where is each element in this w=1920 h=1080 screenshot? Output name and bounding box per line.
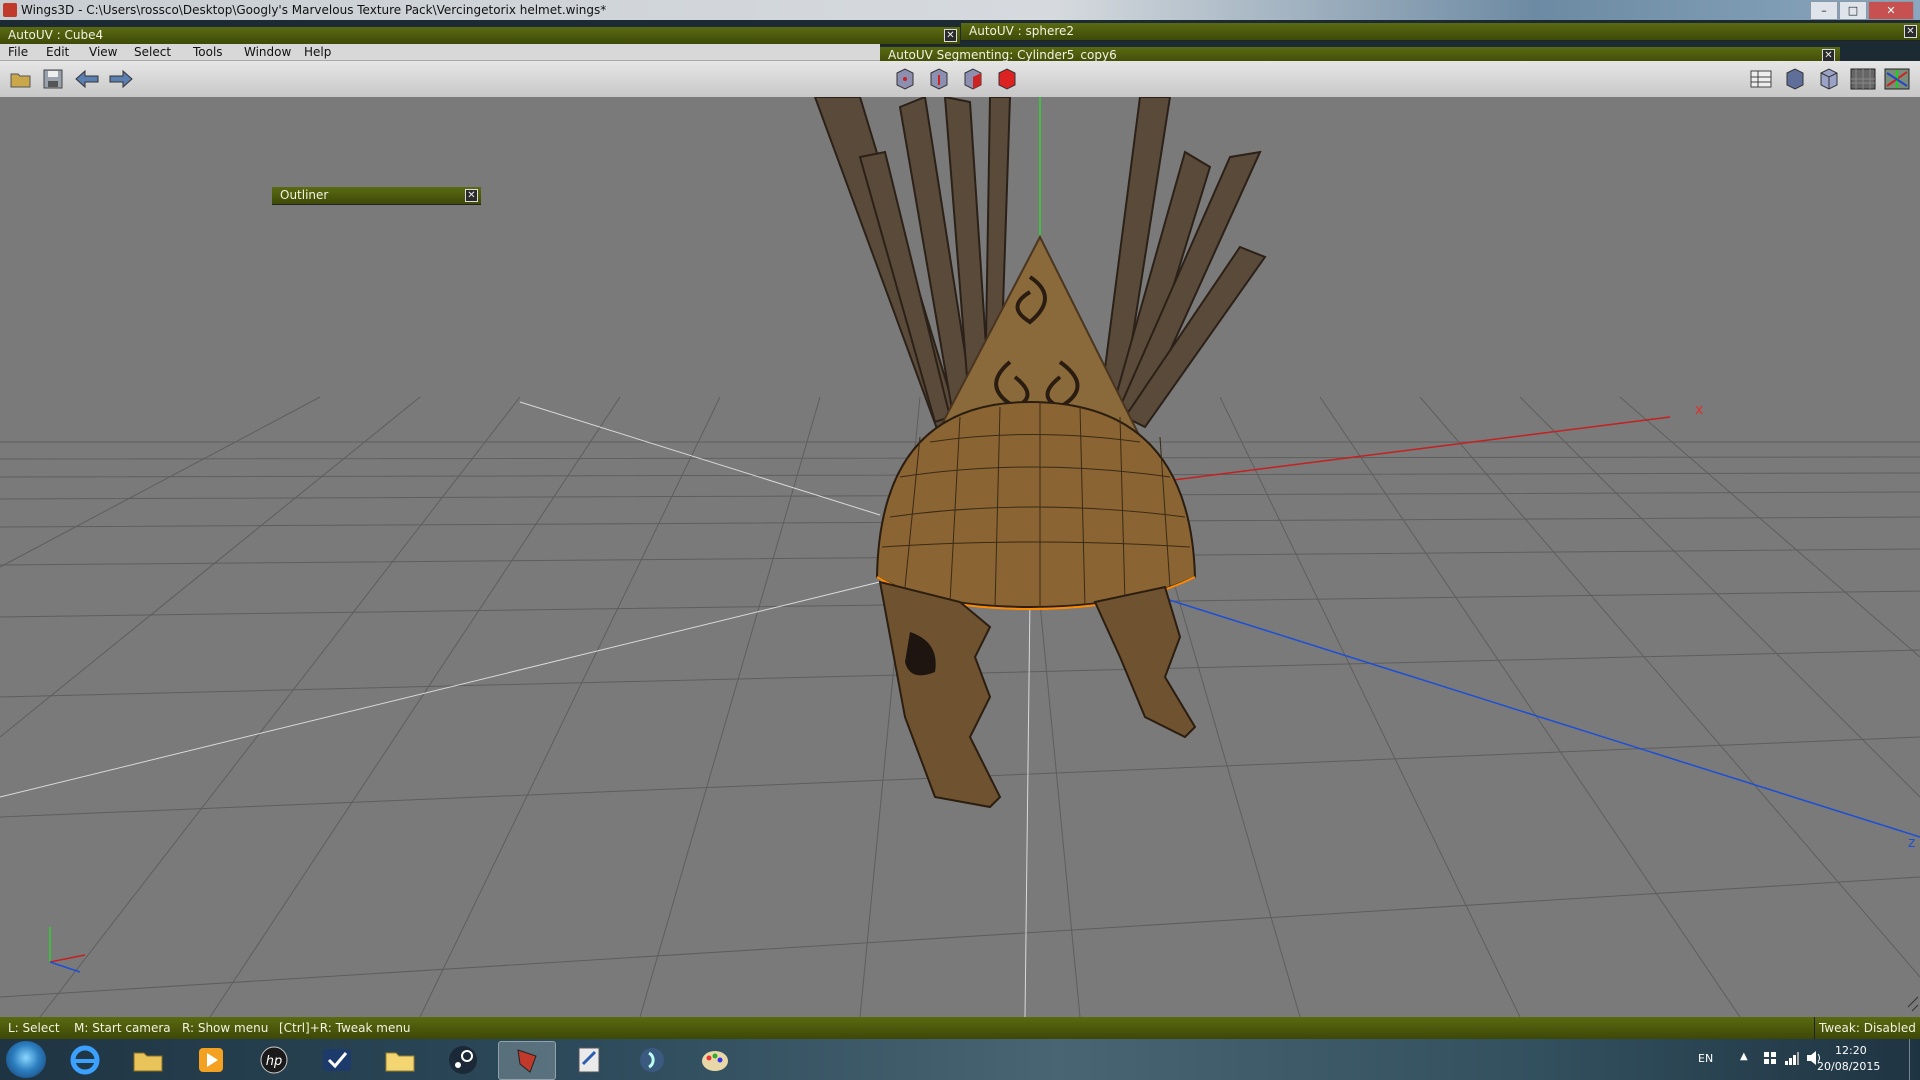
z-axis-line <box>1159 596 1920 838</box>
show-hidden-icons-icon[interactable]: ▲ <box>1740 1051 1748 1062</box>
internet-explorer-icon[interactable] <box>57 1041 113 1078</box>
y-axis-negative-line <box>1024 596 1031 1017</box>
action-center-icon[interactable] <box>1762 1049 1778 1070</box>
autouv-cube-label: AutoUV : Cube4 <box>8 28 104 42</box>
hp-icon[interactable]: hp <box>246 1041 302 1078</box>
toolbar <box>0 61 1920 98</box>
os-title-bar: Wings3D - C:\Users\rossco\Desktop\Googly… <box>0 0 1920 20</box>
ground-plane-icon[interactable] <box>1850 66 1876 92</box>
left-cheek-guard <box>878 580 1002 809</box>
open-file-icon[interactable] <box>8 66 34 92</box>
tweak-status: Tweak: Disabled <box>1814 1017 1916 1039</box>
show-axes-icon[interactable] <box>1884 66 1910 92</box>
menu-tools[interactable]: Tools <box>193 45 223 59</box>
save-file-icon[interactable] <box>40 66 66 92</box>
paint-icon[interactable] <box>687 1041 743 1078</box>
system-tray: EN ▲ 12:20 20/08/2015 <box>1660 1039 1920 1080</box>
media-player-icon[interactable] <box>183 1041 239 1078</box>
grid-view-icon[interactable] <box>1748 66 1774 92</box>
taskbar: hp EN ▲ 12:20 20/08/2015 <box>0 1039 1920 1080</box>
3d-viewport[interactable]: x z <box>0 97 1920 1017</box>
close-autouv-sphere-icon[interactable]: ✕ <box>1904 25 1917 38</box>
autouv-sphere-label: AutoUV : sphere2 <box>969 24 1075 38</box>
language-indicator[interactable]: EN <box>1698 1052 1713 1065</box>
viewport-scene[interactable] <box>0 97 1920 1017</box>
resize-grip-icon[interactable] <box>1907 996 1919 1012</box>
x-axis-label: x <box>1695 402 1704 418</box>
x-axis-negative-line <box>0 576 901 798</box>
menu-select[interactable]: Select <box>134 45 171 59</box>
close-button[interactable]: ✕ <box>1868 1 1914 20</box>
outliner-title: Outliner <box>280 188 329 202</box>
menu-file[interactable]: File <box>8 45 28 59</box>
document-editor-icon[interactable] <box>561 1041 617 1078</box>
window-controls: – □ ✕ <box>1809 1 1914 20</box>
menu-help[interactable]: Help <box>304 45 331 59</box>
right-cheek-guard <box>1093 585 1197 739</box>
network-icon[interactable] <box>1784 1050 1800 1069</box>
status-bar: L: Select M: Start camera R: Show menu [… <box>0 1017 1920 1039</box>
clock-time[interactable]: 12:20 <box>1835 1044 1867 1057</box>
autouv-sphere-panel-title[interactable]: AutoUV : sphere2 ✕ <box>961 23 1920 41</box>
autouv-cube-panel-title[interactable]: AutoUV : Cube4 ✕ <box>0 27 960 45</box>
task-app-icon[interactable] <box>309 1041 365 1078</box>
show-desktop-button[interactable] <box>1909 1039 1920 1080</box>
start-button-icon[interactable] <box>6 1041 46 1078</box>
steam-icon[interactable] <box>435 1041 491 1078</box>
z-axis-label: z <box>1908 835 1916 851</box>
clock-date[interactable]: 20/08/2015 <box>1817 1060 1880 1073</box>
window-title: Wings3D - C:\Users\rossco\Desktop\Googly… <box>21 3 607 17</box>
menu-edit[interactable]: Edit <box>46 45 69 59</box>
minimize-button[interactable]: – <box>1810 1 1838 20</box>
status-hint-tweak: [Ctrl]+R: Tweak menu <box>279 1021 411 1035</box>
close-autouv-cube-icon[interactable]: ✕ <box>944 29 957 42</box>
file-explorer-icon[interactable] <box>120 1041 176 1078</box>
close-outliner-icon[interactable]: ✕ <box>465 189 478 202</box>
redo-arrow-icon[interactable] <box>108 66 134 92</box>
menu-window[interactable]: Window <box>244 45 291 59</box>
edge-select-mode-icon[interactable] <box>926 66 952 92</box>
status-hint-select: L: Select <box>8 1021 60 1035</box>
wings3d-app-icon <box>3 3 17 17</box>
status-hint-camera: M: Start camera <box>74 1021 171 1035</box>
audio-app-icon[interactable] <box>624 1041 680 1078</box>
body-select-mode-icon[interactable] <box>994 66 1020 92</box>
menu-bar: File Edit View Select Tools Window Help <box>0 44 880 61</box>
wireframe-shading-icon[interactable] <box>1816 66 1842 92</box>
smooth-shading-icon[interactable] <box>1782 66 1808 92</box>
wings3d-taskbar-icon[interactable] <box>498 1041 556 1080</box>
undo-arrow-icon[interactable] <box>74 66 100 92</box>
helmet-dome <box>875 400 1197 609</box>
svg-text:hp: hp <box>266 1054 283 1069</box>
menu-view[interactable]: View <box>89 45 117 59</box>
outliner-panel[interactable]: Outliner ✕ <box>272 187 481 205</box>
maximize-button[interactable]: □ <box>1839 1 1867 20</box>
vertex-select-mode-icon[interactable] <box>892 66 918 92</box>
status-hint-menu: R: Show menu <box>182 1021 269 1035</box>
face-select-mode-icon[interactable] <box>960 66 986 92</box>
folder-icon[interactable] <box>372 1041 428 1078</box>
